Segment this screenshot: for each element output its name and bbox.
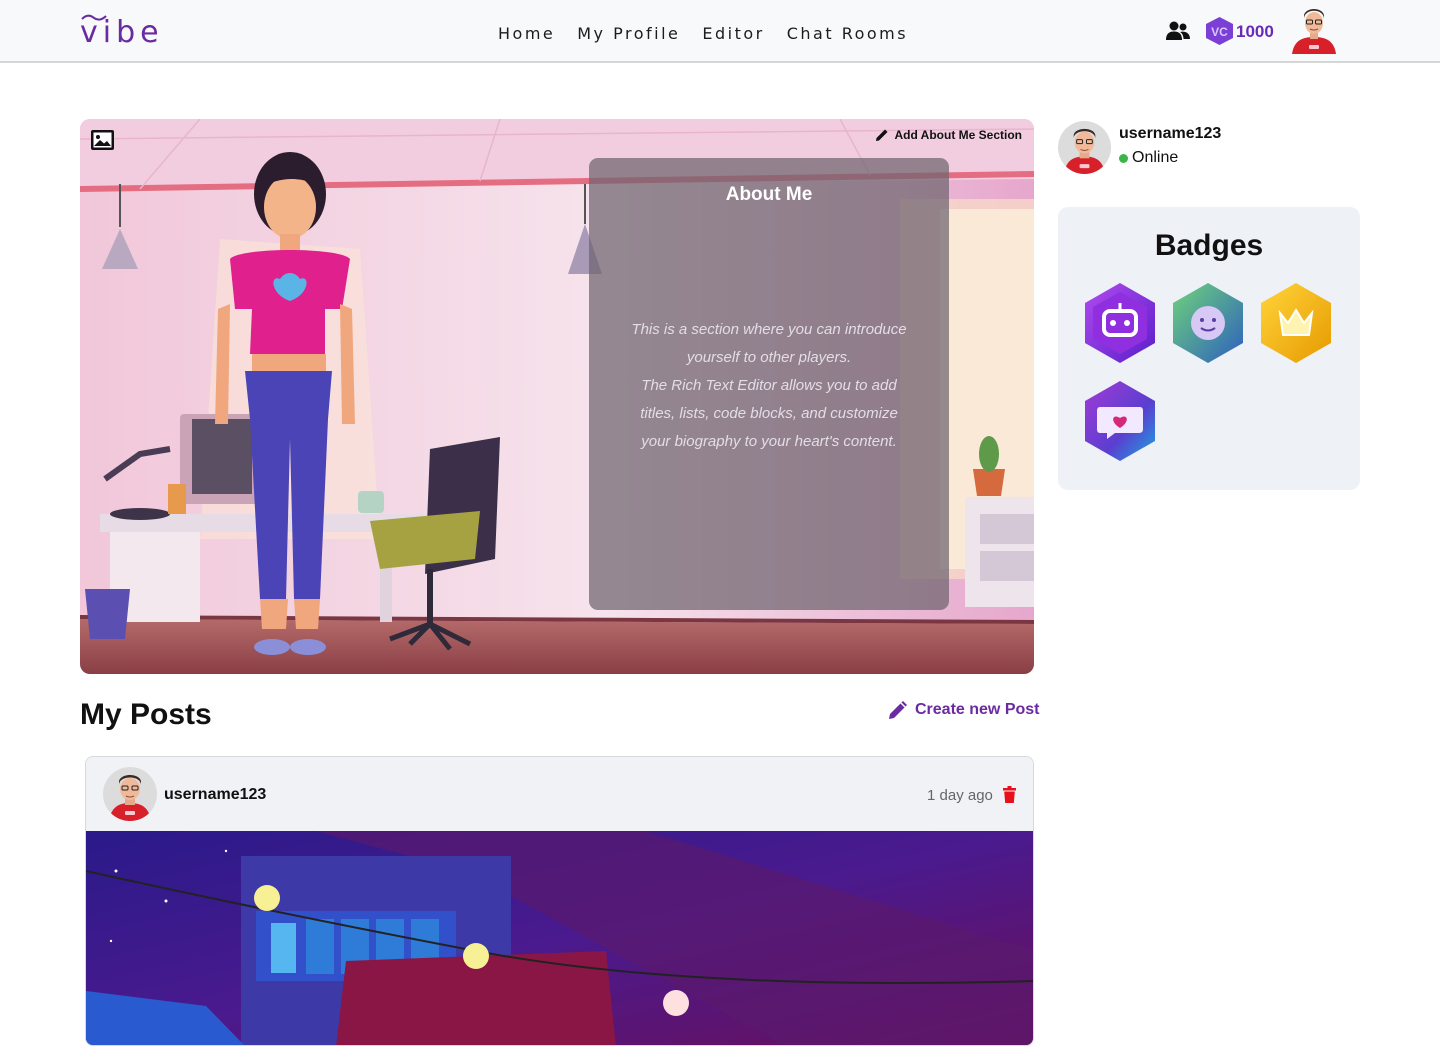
status-label: Online bbox=[1132, 149, 1179, 166]
trash-icon[interactable] bbox=[1003, 786, 1016, 803]
badges-heading: Badges bbox=[1154, 229, 1264, 262]
about-line: your biography to your heart's content. bbox=[641, 433, 897, 450]
pencil-icon bbox=[889, 701, 907, 719]
nav-editor[interactable]: Editor bbox=[702, 24, 764, 43]
profile-banner: Add About Me Section About Me This is a … bbox=[80, 119, 1034, 674]
create-new-post-button[interactable]: Create new Post bbox=[888, 699, 1039, 720]
online-dot-icon bbox=[1119, 153, 1128, 163]
coin-balance: 1000 bbox=[1236, 22, 1274, 41]
coin-label: VC bbox=[1211, 25, 1228, 39]
about-me-title: About Me bbox=[725, 184, 813, 205]
chat-heart-badge-icon[interactable] bbox=[1085, 381, 1155, 461]
my-posts-heading: My Posts bbox=[80, 698, 212, 731]
about-me-panel: About Me This is a section where you can… bbox=[589, 158, 949, 610]
nav-my-profile[interactable]: My Profile bbox=[577, 24, 680, 43]
user-avatar[interactable] bbox=[1292, 6, 1336, 54]
nav-home[interactable]: Home bbox=[498, 24, 555, 43]
post-image bbox=[86, 831, 1033, 1045]
pencil-icon bbox=[876, 129, 888, 141]
post-timestamp: 1 day ago bbox=[927, 787, 993, 804]
main-nav: Home My Profile Editor Chat Rooms bbox=[498, 24, 908, 43]
about-line: yourself to other players. bbox=[686, 349, 852, 366]
add-about-me-label: Add About Me Section bbox=[894, 128, 1022, 142]
smiley-badge-icon[interactable] bbox=[1173, 283, 1243, 363]
nav-chat-rooms[interactable]: Chat Rooms bbox=[787, 24, 908, 43]
change-banner-image-icon[interactable] bbox=[90, 129, 115, 151]
post-header: username123 1 day ago bbox=[86, 757, 1033, 831]
profile-avatar[interactable] bbox=[1058, 121, 1111, 174]
vibe-logo[interactable]: vibe bbox=[80, 10, 170, 50]
about-line: This is a section where you can introduc… bbox=[631, 321, 907, 338]
badges-card: Badges bbox=[1058, 207, 1360, 490]
crown-badge-icon[interactable] bbox=[1261, 283, 1331, 363]
post-card: username123 1 day ago bbox=[85, 756, 1034, 1046]
about-line: titles, lists, code blocks, and customiz… bbox=[640, 405, 898, 422]
profile-username: username123 bbox=[1119, 125, 1222, 142]
create-new-post-label: Create new Post bbox=[915, 700, 1040, 718]
top-navbar: vibe Home My Profile Editor Chat Rooms V… bbox=[0, 0, 1440, 63]
friends-icon[interactable] bbox=[1166, 21, 1190, 41]
online-status: Online bbox=[1119, 149, 1178, 167]
vibe-coin-icon: VC bbox=[1206, 17, 1233, 45]
post-author-name[interactable]: username123 bbox=[164, 786, 266, 804]
logo-text: vibe bbox=[80, 15, 164, 50]
about-line: The Rich Text Editor allows you to add bbox=[641, 377, 897, 394]
robot-badge-icon[interactable] bbox=[1085, 283, 1155, 363]
add-about-me-button[interactable]: Add About Me Section bbox=[875, 128, 1022, 142]
post-author-avatar[interactable] bbox=[103, 767, 157, 821]
about-me-text: This is a section where you can introduc… bbox=[615, 316, 923, 456]
